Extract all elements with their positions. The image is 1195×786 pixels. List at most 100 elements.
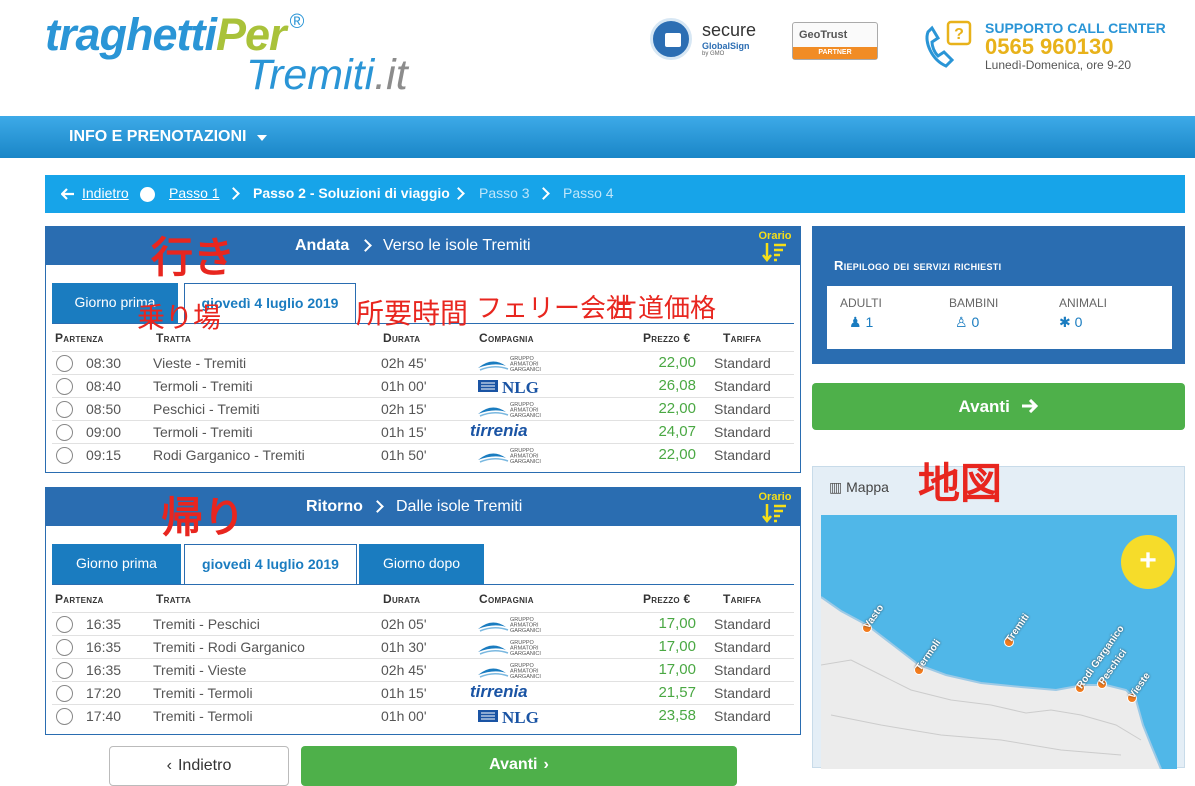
col-prezzo: Prezzo € <box>643 331 691 345</box>
sort-by-time-button[interactable]: Orario <box>758 230 792 264</box>
sort-desc-icon <box>762 243 786 263</box>
outbound-row[interactable]: 09:15 Rodi Garganico - Tremiti 01h 50' GRUP… <box>52 443 794 466</box>
return-row[interactable]: 17:20 Tremiti - Termoli 01h 15' tirrenia 21,… <box>52 681 794 704</box>
callcenter-hours: Lunedì-Domenica, ore 9-20 <box>985 58 1132 72</box>
callcenter-phone[interactable]: 0565 960130 <box>985 34 1113 60</box>
svg-text:GARGANICI: GARGANICI <box>510 628 541 633</box>
breadcrumb: Indietro Passo 1 Passo 2 - Soluzioni di … <box>45 175 1185 213</box>
next-label: Avanti <box>489 756 538 773</box>
departure-time: 09:00 <box>86 424 122 440</box>
bambini-value: 0 <box>971 314 980 330</box>
fare: Standard <box>714 378 771 394</box>
select-radio[interactable] <box>56 401 73 418</box>
annotation-duration: 所要時間 <box>356 297 469 330</box>
bambini-value-wrap: ♙ 0 <box>955 314 979 331</box>
return-row[interactable]: 16:35 Tremiti - Vieste 02h 45' GRUPPO ARMATO… <box>52 658 794 681</box>
passenger-summary-box: ADULTI ♟ 1 BAMBINI ♙ 0 ANIMALI ✱ 0 <box>827 286 1172 349</box>
select-radio[interactable] <box>56 616 73 633</box>
sort-desc-icon <box>762 504 786 524</box>
return-row[interactable]: 16:35 Tremiti - Rodi Garganico 01h 30' GRUP… <box>52 635 794 658</box>
breadcrumb-step1-link[interactable]: Passo 1 <box>169 185 220 201</box>
nlg-logo: NLG <box>476 376 552 397</box>
outbound-row[interactable]: 08:40 Termoli - Tremiti 01h 00' NLG 26,08 Sta… <box>52 374 794 397</box>
select-radio[interactable] <box>56 685 73 702</box>
return-date-tab[interactable]: giovedì 4 luglio 2019 <box>184 544 357 584</box>
arrow-right-icon <box>1021 398 1038 414</box>
price: 17,00 <box>658 661 696 678</box>
fare: Standard <box>714 616 771 632</box>
map-view[interactable]: Vasto Termoli Tremiti Rodi Garganico Peschic… <box>821 515 1177 769</box>
caret-down-icon[interactable] <box>257 135 267 141</box>
select-radio[interactable] <box>56 708 73 725</box>
chevron-left-icon: ‹ <box>166 757 172 774</box>
sort-by-time-button[interactable]: Orario <box>758 491 792 525</box>
fare: Standard <box>714 447 771 463</box>
secure-title: secure <box>702 20 757 40</box>
select-radio[interactable] <box>56 447 73 464</box>
departure-time: 17:20 <box>86 685 122 701</box>
site-header: traghettiPer ® Tremiti.it secure GlobalSi… <box>0 0 1195 116</box>
annotation-map: 地図 <box>918 459 1003 508</box>
return-next-day-button[interactable]: Giorno dopo <box>359 544 484 584</box>
col-durata: Durata <box>383 592 421 606</box>
svg-text:GARGANICI: GARGANICI <box>510 674 541 679</box>
geotrust-badge[interactable]: GeoTrust PARTNER <box>792 22 878 60</box>
return-prev-day-button[interactable]: Giorno prima <box>52 544 181 584</box>
outbound-row[interactable]: 08:30 Vieste - Tremiti 02h 45' GRUPPO ARMATO… <box>52 351 794 374</box>
select-radio[interactable] <box>56 378 73 395</box>
sort-label: Orario <box>758 230 792 242</box>
secure-by: by GMO <box>702 51 725 57</box>
return-row[interactable]: 17:40 Tremiti - Termoli 01h 00' NLG 23,58 Sta… <box>52 704 794 727</box>
svg-text:GARGANICI: GARGANICI <box>510 413 541 418</box>
select-radio[interactable] <box>56 662 73 679</box>
svg-text:GARGANICI: GARGANICI <box>510 651 541 656</box>
prev-day-label: Giorno prima <box>76 555 157 571</box>
adulti-label: ADULTI <box>840 296 882 310</box>
select-radio[interactable] <box>56 424 73 441</box>
next-button[interactable]: Avanti › <box>301 746 737 786</box>
gruppo-armatori-garganici-logo: GRUPPO ARMATORI GARGANICI <box>476 615 552 634</box>
route: Termoli - Tremiti <box>153 424 253 440</box>
duration: 02h 05' <box>381 616 427 632</box>
outbound-row[interactable]: 09:00 Termoli - Tremiti 01h 15' tirrenia 24,… <box>52 420 794 443</box>
child-icon: ♙ <box>955 314 968 330</box>
price: 22,00 <box>658 354 696 371</box>
svg-text:NLG: NLG <box>502 378 539 396</box>
nav-menu-info-prenotazioni[interactable]: INFO E PRENOTAZIONI <box>69 128 246 146</box>
price: 17,00 <box>658 638 696 655</box>
col-durata: Durata <box>383 331 421 345</box>
arrow-left-icon[interactable] <box>61 188 75 200</box>
route: Tremiti - Termoli <box>153 685 253 701</box>
chevron-right-icon <box>452 187 465 200</box>
back-button[interactable]: ‹ Indietro <box>109 746 289 786</box>
map-header: ▥ Mappa <box>829 479 889 496</box>
nlg-logo: NLG <box>476 706 552 727</box>
gruppo-armatori-garganici-logo: GRUPPO ARMATORI GARGANICI <box>476 638 552 657</box>
globalsign-secure-badge[interactable]: secure GlobalSign by GMO <box>650 18 765 64</box>
adulti-value-wrap: ♟ 1 <box>849 314 873 331</box>
col-partenza: Partenza <box>55 331 104 345</box>
departure-time: 16:35 <box>86 616 122 632</box>
avanti-button[interactable]: Avanti <box>812 383 1185 430</box>
select-radio[interactable] <box>56 639 73 656</box>
duration: 01h 50' <box>381 447 427 463</box>
select-radio[interactable] <box>56 355 73 372</box>
logo-text-traghetti: traghetti <box>45 9 217 60</box>
breadcrumb-back-link[interactable]: Indietro <box>82 185 129 201</box>
chevron-right-icon: › <box>543 756 549 773</box>
zoom-in-button[interactable]: + <box>1121 535 1175 589</box>
route: Peschici - Tremiti <box>153 401 260 417</box>
route: Tremiti - Vieste <box>153 662 247 678</box>
col-compagnia: Compagnia <box>479 331 534 345</box>
price: 23,58 <box>658 707 696 724</box>
breadcrumb-step4: Passo 4 <box>563 185 614 201</box>
logo-line2[interactable]: Tremiti.it <box>246 54 408 97</box>
return-row[interactable]: 16:35 Tremiti - Peschici 02h 05' GRUPPO ARMA… <box>52 612 794 635</box>
gruppo-armatori-garganici-logo: GRUPPO ARMATORI GARGANICI <box>476 354 552 373</box>
route: Vieste - Tremiti <box>153 355 247 371</box>
fare: Standard <box>714 685 771 701</box>
adulti-value: 1 <box>865 314 874 330</box>
outbound-row[interactable]: 08:50 Peschici - Tremiti 02h 15' GRUPPO ARMA… <box>52 397 794 420</box>
annotation-pier: 乗り場 <box>137 301 222 334</box>
animali-value: 0 <box>1074 314 1083 330</box>
